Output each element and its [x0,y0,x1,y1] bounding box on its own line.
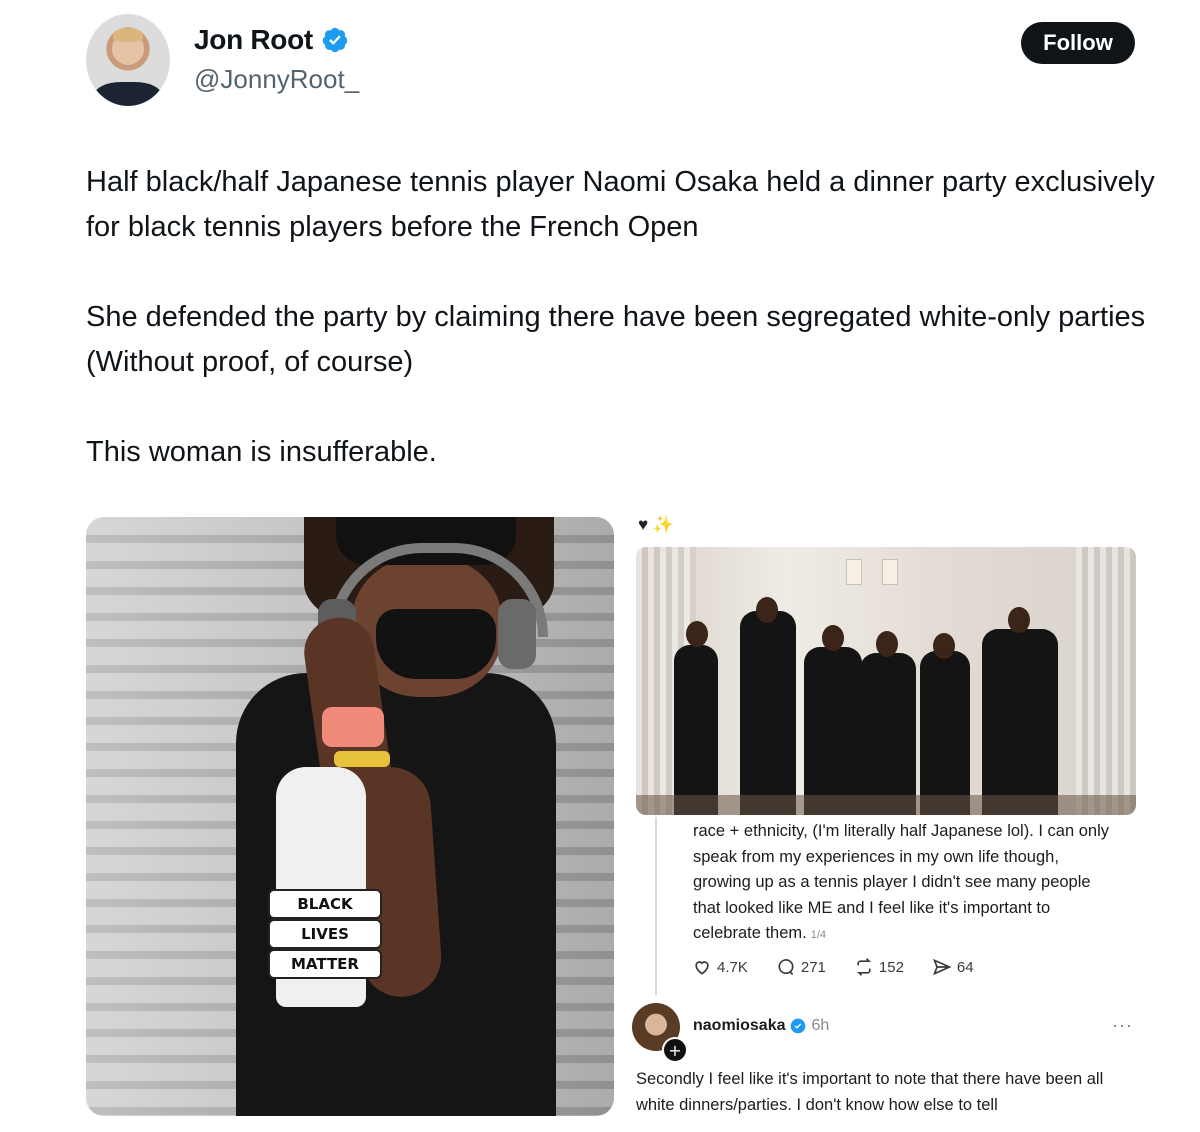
author-name[interactable]: Jon Root [194,24,313,56]
author-name-row[interactable]: Jon Root [194,24,349,56]
reply-count: 271 [800,958,826,976]
guest-head [822,625,844,651]
embedded-actions: 4.7K 271 152 64 [692,957,974,977]
guest-head [756,597,778,623]
curtain [1076,547,1136,815]
repost-icon [856,958,871,976]
embedded-top-icons: ♥ ✨ [638,515,674,534]
tweet-paragraph: This woman is insufferable. [86,436,437,468]
send-icon [932,958,952,976]
guest-head [1008,607,1030,633]
party-guest [674,645,718,815]
guest-head [933,633,955,659]
verified-badge-icon [322,27,348,53]
follow-plus-icon[interactable]: + [662,1037,688,1063]
party-guest [804,647,862,815]
tweet-photo-2[interactable]: ♥ ✨ race + ethnicity, (I'm literally hal… [622,505,1152,1132]
thread-line [655,817,657,995]
post-pager: 1/4 [810,929,827,941]
tweet-paragraph: Half black/half Japanese tennis player N… [86,166,1155,243]
reply-timestamp: 6h [811,1017,830,1034]
wristband [322,707,384,747]
repost-action[interactable]: 152 [854,957,904,977]
follow-button[interactable]: Follow [1021,22,1135,64]
embedded-caption-text: race + ethnicity, (I'm literally half Ja… [693,822,1109,942]
share-action[interactable]: 64 [932,957,974,977]
embedded-caption: race + ethnicity, (I'm literally half Ja… [693,819,1113,949]
face-mask [376,609,496,679]
wristwatch [334,751,390,767]
reply-username[interactable]: naomiosaka [693,1017,785,1035]
comment-icon [778,959,794,976]
verified-badge-icon [791,1018,806,1034]
shirt-text-line: MATTER [268,949,382,979]
party-guest [982,629,1058,815]
reply-text: Secondly I feel like it's important to n… [636,1070,1104,1114]
reply-action[interactable]: 271 [776,957,826,977]
tweet-paragraph: She defended the party by claiming there… [86,301,1146,378]
party-guest [860,653,916,815]
wall-lamp [846,559,862,585]
like-count: 4.7K [717,958,748,976]
share-count: 64 [956,958,974,976]
wall-lamp [882,559,898,585]
tweet-photo-1[interactable]: BLACK LIVES MATTER [86,517,614,1116]
embedded-party-photo[interactable] [636,547,1136,815]
more-options-icon[interactable]: ··· [1112,1015,1133,1036]
avatar-hair [113,28,143,42]
dinner-table [636,795,1136,815]
heart-icon [695,961,709,975]
shirt-text-line: LIVES [268,919,382,949]
avatar-shirt [94,82,162,106]
guest-head [876,631,898,657]
headphone-cup-right [498,599,536,669]
party-guest [740,611,796,815]
like-action[interactable]: 4.7K [692,957,748,977]
party-guest [920,651,970,815]
author-handle[interactable]: @JonnyRoot_ [194,64,359,95]
guest-head [686,621,708,647]
author-avatar[interactable] [86,14,170,106]
reply-user[interactable]: naomiosaka 6h [693,1017,829,1035]
shirt-text-line: BLACK [268,889,382,919]
repost-count: 152 [878,958,904,976]
